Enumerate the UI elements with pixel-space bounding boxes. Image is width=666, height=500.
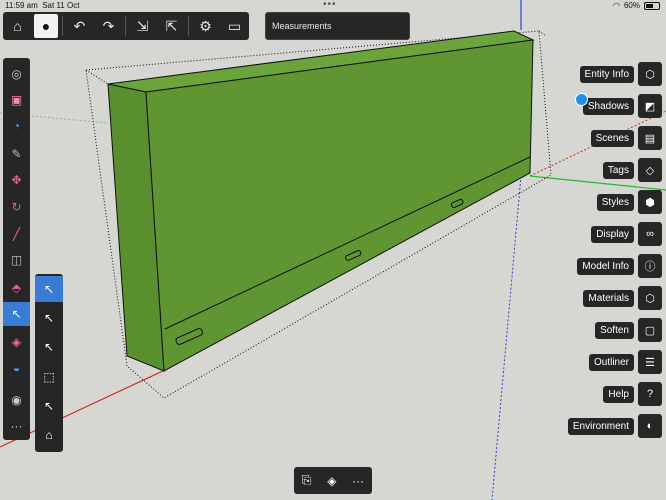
panel-styles[interactable]: Styles ⬢ xyxy=(596,190,662,214)
environment-icon[interactable]: ◐ xyxy=(638,414,662,438)
tag-icon[interactable]: ◇ xyxy=(638,158,662,182)
camera-icon[interactable]: ◉ xyxy=(3,388,30,412)
move-icon[interactable]: ✥ xyxy=(3,168,30,192)
select-deselect-icon[interactable]: ↖ xyxy=(35,393,63,419)
cube-icon[interactable]: ⬡ xyxy=(638,62,662,86)
select-icon[interactable]: ↖ xyxy=(3,302,30,326)
panel-model-info[interactable]: Model Info ⓘ xyxy=(577,254,662,278)
eraser-icon[interactable]: ◈ xyxy=(3,330,30,354)
glasses-icon[interactable]: ∞ xyxy=(638,222,662,246)
help-icon[interactable]: ? xyxy=(638,382,662,406)
panel-label: Shadows xyxy=(582,97,634,115)
panel-label: Tags xyxy=(602,161,634,179)
panel-label: Help xyxy=(603,385,634,403)
info-icon[interactable]: ⓘ xyxy=(638,254,662,278)
more-icon[interactable]: ··· xyxy=(352,474,364,488)
panel-tags[interactable]: Tags ◇ xyxy=(602,158,662,182)
layers-icon[interactable]: ◈ xyxy=(327,474,336,488)
toolbar-divider xyxy=(62,16,63,36)
panel-label: Outliner xyxy=(588,353,634,371)
shadows-indicator-dot xyxy=(575,93,588,106)
select-subtools: ↖ ↖ ↖ ⬚ ↖ ⌂ xyxy=(35,274,63,452)
materials-icon[interactable]: ⬡ xyxy=(638,286,662,310)
styles-icon[interactable]: ⬢ xyxy=(638,190,662,214)
select-box-icon[interactable]: ⬚ xyxy=(35,364,63,390)
rotate-icon[interactable]: ↻ xyxy=(3,195,30,219)
panel-materials[interactable]: Materials ⬡ xyxy=(583,286,662,310)
panel-label: Model Info xyxy=(577,257,634,275)
slab-front-face xyxy=(145,39,534,372)
undo-icon[interactable]: ↶ xyxy=(65,12,94,40)
measurements-box[interactable]: Measurements xyxy=(265,12,410,40)
select-add-icon[interactable]: ↖ xyxy=(35,276,63,302)
panel-label: Display xyxy=(591,225,634,243)
panel-label: Scenes xyxy=(590,129,634,147)
panel-label: Styles xyxy=(596,193,634,211)
outliner-icon[interactable]: ☰ xyxy=(638,350,662,374)
pencil-icon[interactable]: ╱ xyxy=(3,222,30,246)
panel-label: Materials xyxy=(583,289,634,307)
bottom-toolbar: ⎘ ◈ ··· xyxy=(294,467,372,494)
top-toolbar: ⌂ ● ↶ ↷ ⇲ ⇱ ⚙ ▭ xyxy=(3,12,249,40)
panel-display[interactable]: Display ∞ xyxy=(591,222,662,246)
redo-icon[interactable]: ↷ xyxy=(94,12,123,40)
panel-help[interactable]: Help ? xyxy=(603,382,662,406)
orbit-icon[interactable]: ◔ xyxy=(3,114,30,138)
panel-entity-info[interactable]: Entity Info ⬡ xyxy=(579,62,662,86)
panel-label: Soften xyxy=(595,321,634,339)
home-icon[interactable]: ⌂ xyxy=(3,12,32,40)
settings-icon[interactable]: ⚙ xyxy=(191,12,220,40)
import-icon[interactable]: ⇲ xyxy=(128,12,157,40)
gear-circle-icon[interactable]: ◎ xyxy=(3,62,30,86)
rectangle-icon[interactable]: ◫ xyxy=(3,248,30,272)
panel-shadows[interactable]: Shadows ◩ xyxy=(582,94,662,118)
paintbucket-icon[interactable]: ◒ xyxy=(3,356,30,380)
green-slab-model[interactable] xyxy=(107,30,535,372)
panel-scenes[interactable]: Scenes ▤ xyxy=(590,126,662,150)
soften-icon[interactable]: ▢ xyxy=(638,318,662,342)
panel-soften[interactable]: Soften ▢ xyxy=(595,318,662,342)
panel-outliner[interactable]: Outliner ☰ xyxy=(588,350,662,374)
panel-label: Environment xyxy=(567,417,634,435)
tape-icon[interactable]: ✎ xyxy=(3,142,30,166)
more-icon[interactable]: ··· xyxy=(3,414,30,438)
clipboard-icon[interactable]: ⎘ xyxy=(302,473,312,488)
toolbar-divider xyxy=(125,16,126,36)
print-icon[interactable]: ▭ xyxy=(220,12,249,40)
blue-axis-dashed xyxy=(491,175,522,500)
measurements-label: Measurements xyxy=(272,21,332,31)
export-icon[interactable]: ⇱ xyxy=(157,12,186,40)
select-minus-icon[interactable]: ↖ xyxy=(35,305,63,331)
pushpull-icon[interactable]: ⬘ xyxy=(3,276,30,300)
select-toggle-icon[interactable]: ↖ xyxy=(35,334,63,360)
panel-label: Entity Info xyxy=(579,65,634,83)
left-toolbar: ◎ ▣ ◔ ✎ ✥ ↻ ╱ ◫ ⬘ ↖ ◈ ◒ ◉ ··· xyxy=(3,58,30,440)
model-viewport[interactable] xyxy=(0,0,666,500)
select-more-icon[interactable]: ⌂ xyxy=(35,422,63,448)
shadow-icon[interactable]: ◩ xyxy=(638,94,662,118)
panel-environment[interactable]: Environment ◐ xyxy=(567,414,662,438)
user-icon[interactable]: ● xyxy=(34,14,58,38)
toolbar-divider xyxy=(188,16,189,36)
scenes-icon[interactable]: ▤ xyxy=(638,126,662,150)
paint-icon[interactable]: ▣ xyxy=(3,88,30,112)
